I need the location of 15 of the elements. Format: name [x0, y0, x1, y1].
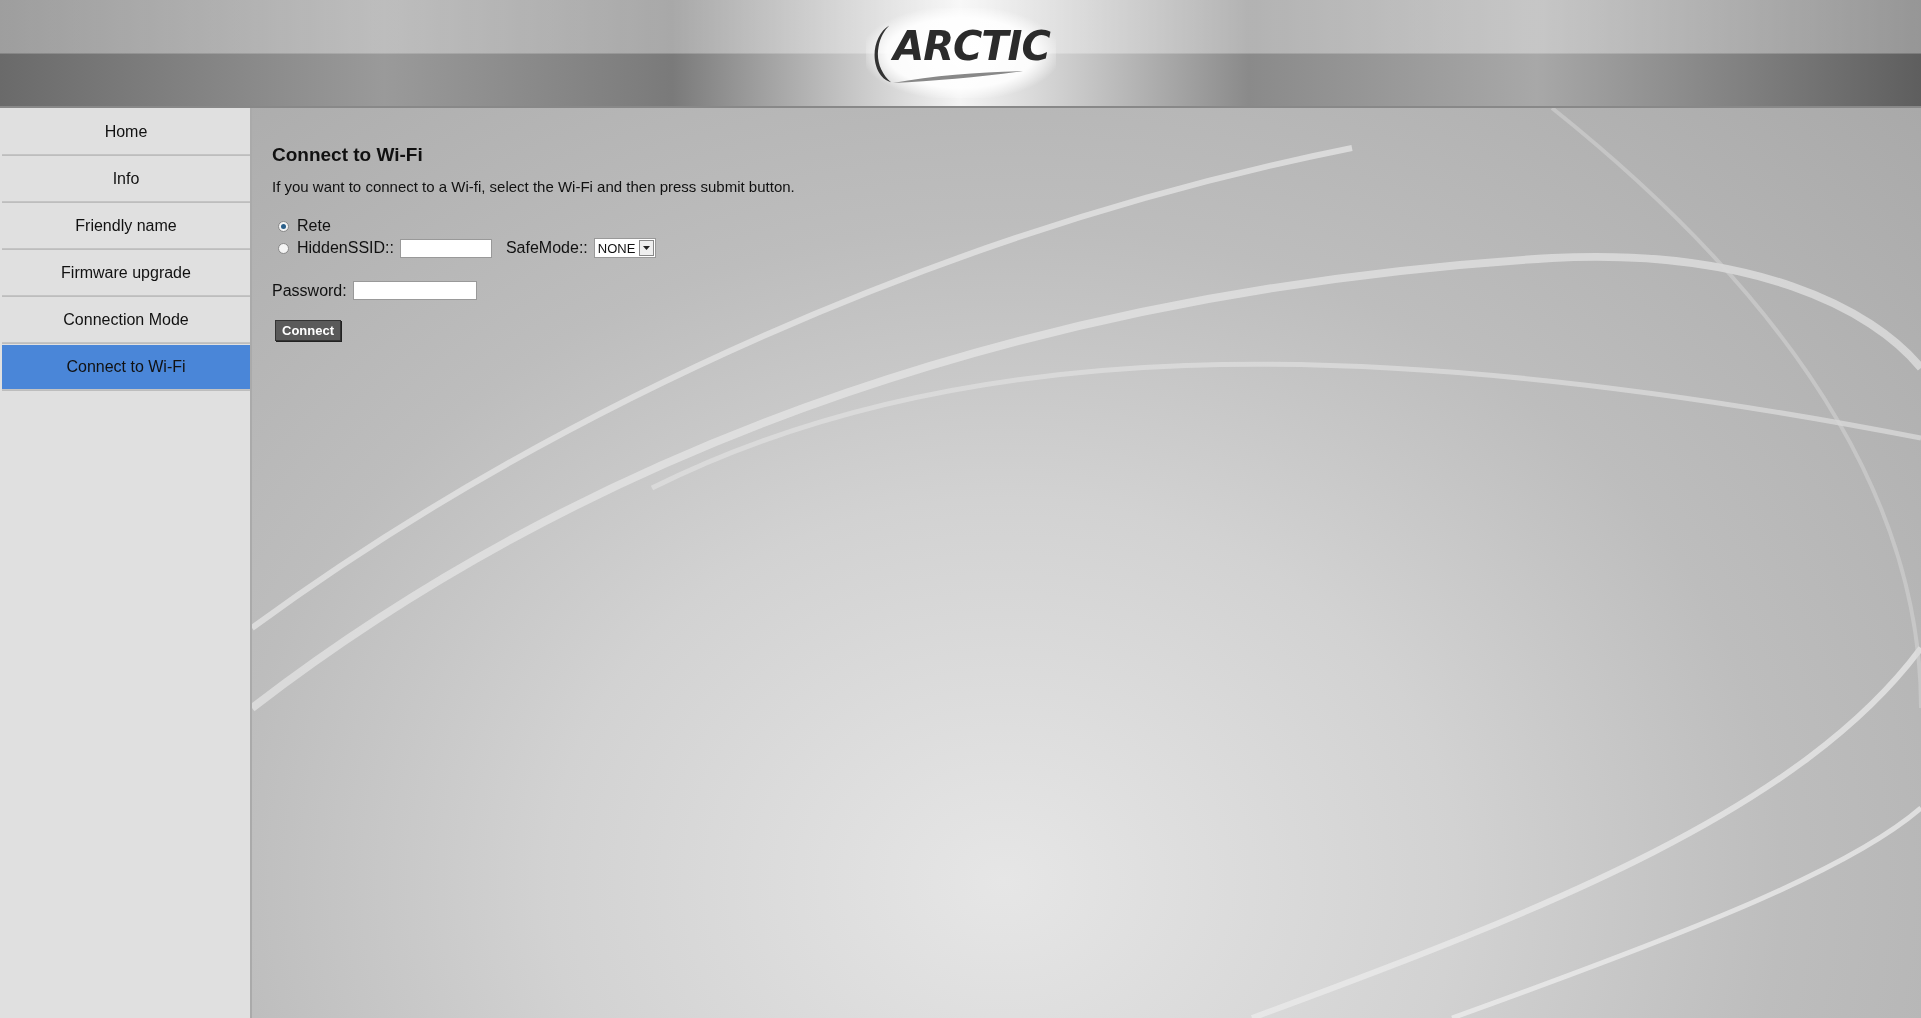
logo-text: ARCTIC: [893, 23, 1050, 69]
description-text: If you want to connect to a Wi-fi, select the Wi-Fi and then press submit button.: [272, 178, 796, 195]
radio-label: HiddenSSID::: [297, 239, 394, 257]
dropdown-arrow-icon: [643, 246, 651, 250]
safe-mode-label: SafeMode::: [505, 239, 588, 257]
password-label: Password:: [272, 281, 347, 300]
page-title: Connect to Wi-Fi: [272, 144, 424, 166]
password-input-field[interactable]: [352, 281, 477, 300]
radio-label: Rete: [297, 217, 331, 235]
connect-button[interactable]: Connect: [275, 320, 341, 341]
safe-mode-dropdown[interactable]: NONE: [593, 238, 657, 258]
ssid-input-field[interactable]: [399, 238, 492, 258]
radio-button[interactable]: [278, 220, 289, 232]
nav-item[interactable]: Connect to Wi-Fi: [2, 345, 250, 390]
radio-button[interactable]: [278, 242, 289, 254]
